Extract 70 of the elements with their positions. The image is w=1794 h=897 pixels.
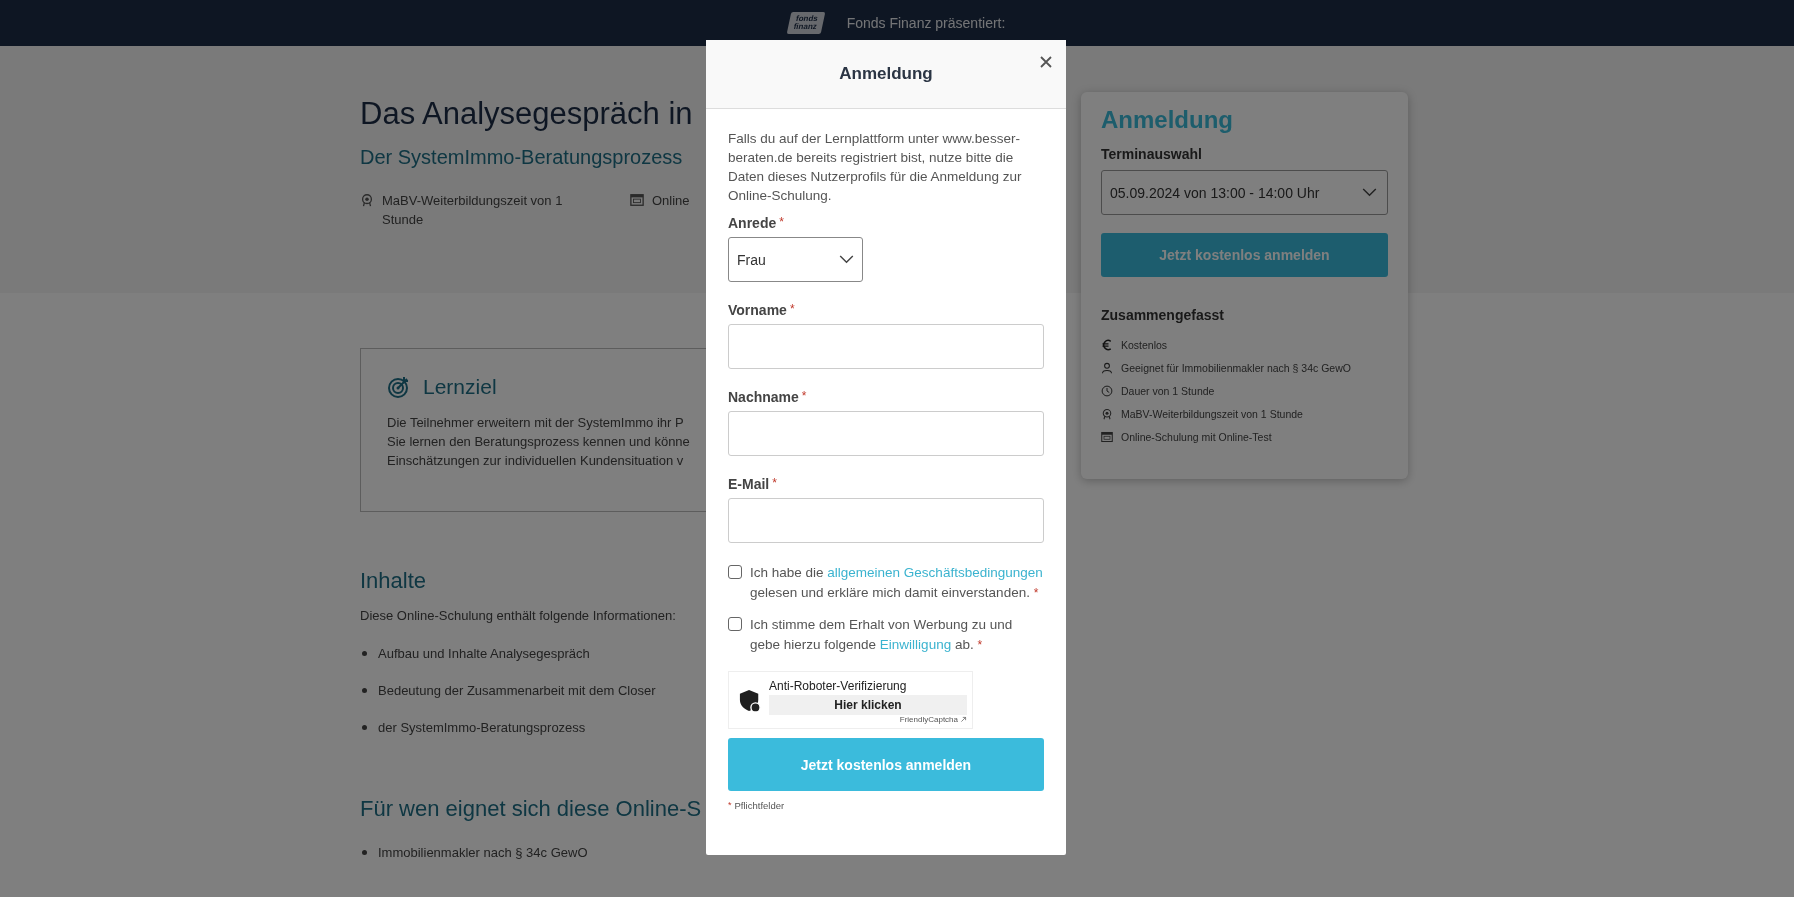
list-item: Bedeutung der Zusammenarbeit mit dem Closer: [378, 683, 656, 698]
meta-text: Online: [652, 192, 690, 210]
card-title: Anmeldung: [1101, 106, 1233, 134]
goal-text: Die Teilnehmer erweitern mit der SystemImmo ihr P: [387, 414, 684, 432]
input-field[interactable]: [728, 411, 1044, 456]
salutation-select[interactable]: Frau: [728, 237, 863, 282]
person-icon: [1101, 361, 1113, 374]
consent-text: Ich habe die allgemeinen Geschäftsbedingungen gelesen und erkläre mich damit einverstanden. *: [750, 564, 1044, 602]
dialog-title: Anmeldung: [839, 64, 933, 84]
required-note: Pflichtfelder: [734, 800, 785, 811]
required-mark: *: [728, 800, 732, 810]
goal-text: Sie lernen den Beratungsprozess kennen und könne: [387, 433, 690, 451]
chevron-icon: [839, 255, 854, 264]
summary-item: Dauer von 1 Stunde: [1121, 384, 1215, 397]
required-mark: *: [789, 302, 795, 316]
section-title: Inhalte: [360, 568, 427, 594]
consent-text: Ich stimme dem Erhalt von Werbung zu und gebe hierzu folgende Einwilligung ab. *: [750, 616, 1014, 654]
close-icon[interactable]: [1040, 56, 1052, 68]
course-subtitle: Der SystemImmo-Beratungsprozess: [360, 146, 683, 169]
section-intro: Diese Online-Schulung enthält folgende Informationen:: [360, 608, 676, 623]
captcha-button[interactable]: Hier klicken: [769, 694, 967, 715]
euro-icon: [1101, 338, 1113, 351]
required-mark: *: [779, 215, 784, 229]
chevron-icon: [1362, 188, 1377, 197]
date-select[interactable]: 05.09.2024 von 13:00 - 14:00 Uhr: [1101, 170, 1388, 215]
tagline: Fonds Finanz präsentiert:: [846, 15, 1006, 31]
screen-icon: [630, 193, 644, 207]
summary-item: MaBV-Weiterbildungszeit von 1 Stunde: [1121, 407, 1303, 420]
field-label: Nachname: [728, 389, 799, 405]
required-mark: *: [801, 389, 807, 403]
input-field[interactable]: [728, 498, 1044, 543]
input-field[interactable]: [728, 324, 1044, 369]
list-item: der SystemImmo-Beratungsprozess: [378, 720, 586, 735]
course-title: Das Analysegespräch in: [360, 95, 693, 132]
field-label: Terminauswahl: [1101, 146, 1202, 162]
bullet-icon: [362, 725, 367, 730]
field-label: E-Mail: [728, 476, 770, 492]
bullet-icon: [362, 850, 367, 855]
clock-icon: [1101, 384, 1113, 397]
register-button[interactable]: Jetzt kostenlos anmelden: [1101, 233, 1388, 277]
summary-item: Geeignet für Immobilienmakler nach § 34c GewO: [1121, 361, 1351, 374]
badge-icon: [1101, 407, 1113, 420]
logo[interactable]: fonds finanz: [786, 12, 825, 34]
section-title: Für wen eignet sich diese Online-S: [360, 796, 702, 822]
dialog-intro: Falls du auf der Lernplattform unter www.besser-beraten.de bereits registriert bist, nutze bitte die Daten dieses Nutzerprofils für die Anmeldung zur Online-Schulung.: [728, 130, 1023, 205]
consent-link[interactable]: allgemeinen Geschäftsbedingungen: [827, 565, 1043, 580]
badge-icon: [360, 193, 374, 207]
goal-text: Einschätzungen zur individuellen Kundensituation v: [387, 452, 684, 470]
shield-icon: [739, 689, 761, 713]
list-item: Aufbau und Inhalte Analysegespräch: [378, 646, 590, 661]
submit-button[interactable]: Jetzt kostenlos anmelden: [728, 738, 1044, 791]
summary-title: Zusammengefasst: [1101, 307, 1224, 323]
target-icon: [387, 375, 411, 399]
meta-text: MaBV-Weiterbildungszeit von 1 Stunde: [382, 192, 564, 229]
consent-link[interactable]: Einwilligung: [879, 636, 952, 652]
checkbox[interactable]: [728, 565, 742, 579]
summary-item: Online-Schulung mit Online-Test: [1121, 430, 1272, 443]
bullet-icon: [362, 688, 367, 693]
summary-item: Kostenlos: [1121, 338, 1168, 351]
external-link-icon: [960, 715, 967, 723]
list-item: Immobilienmakler nach § 34c GewO: [378, 845, 588, 860]
bullet-icon: [362, 651, 367, 656]
goal-title: Lernziel: [423, 375, 497, 399]
captcha-label: Anti-Roboter-Verifizierung: [769, 678, 908, 693]
checkbox[interactable]: [728, 617, 742, 631]
required-mark: *: [772, 476, 777, 490]
captcha-brand-link[interactable]: FriendlyCaptcha: [899, 714, 958, 724]
field-label: Vorname: [728, 302, 787, 318]
field-label: Anrede: [728, 215, 777, 231]
screen-icon: [1101, 430, 1113, 443]
